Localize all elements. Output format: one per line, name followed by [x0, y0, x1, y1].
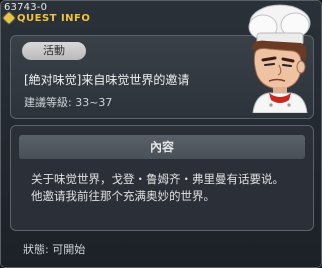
- content-panel: 內容 关于味觉世界，戈登・鲁姆齐・弗里曼有话要说。 他邀请我前往那个充满奥妙的世…: [10, 125, 314, 231]
- quest-status: 狀態: 可開始: [23, 243, 86, 256]
- description-line: 关于味觉世界，戈登・鲁姆齐・弗里曼有话要说。: [31, 172, 284, 186]
- star-icon: [3, 12, 15, 24]
- quest-type-badge: 活動: [22, 42, 86, 60]
- quest-description: 关于味觉世界，戈登・鲁姆齐・弗里曼有话要说。 他邀请我前往那个充满奥妙的世界。: [31, 171, 311, 205]
- content-header: 內容: [19, 135, 305, 159]
- chef-npc-portrait: [248, 4, 311, 113]
- window-title: QUEST INFO: [17, 12, 91, 24]
- description-line: 他邀请我前往那个充满奥妙的世界。: [31, 189, 215, 203]
- title-bar: QUEST INFO: [3, 12, 91, 24]
- quest-name: [絶对味觉]来自味觉世界的邀请: [24, 73, 190, 87]
- quest-info-window: 63743-0 QUEST INFO 活動 [絶对味觉]来自味觉世界的邀请 建議…: [0, 0, 322, 268]
- recommended-level: 建議等級: 33~37: [24, 96, 113, 109]
